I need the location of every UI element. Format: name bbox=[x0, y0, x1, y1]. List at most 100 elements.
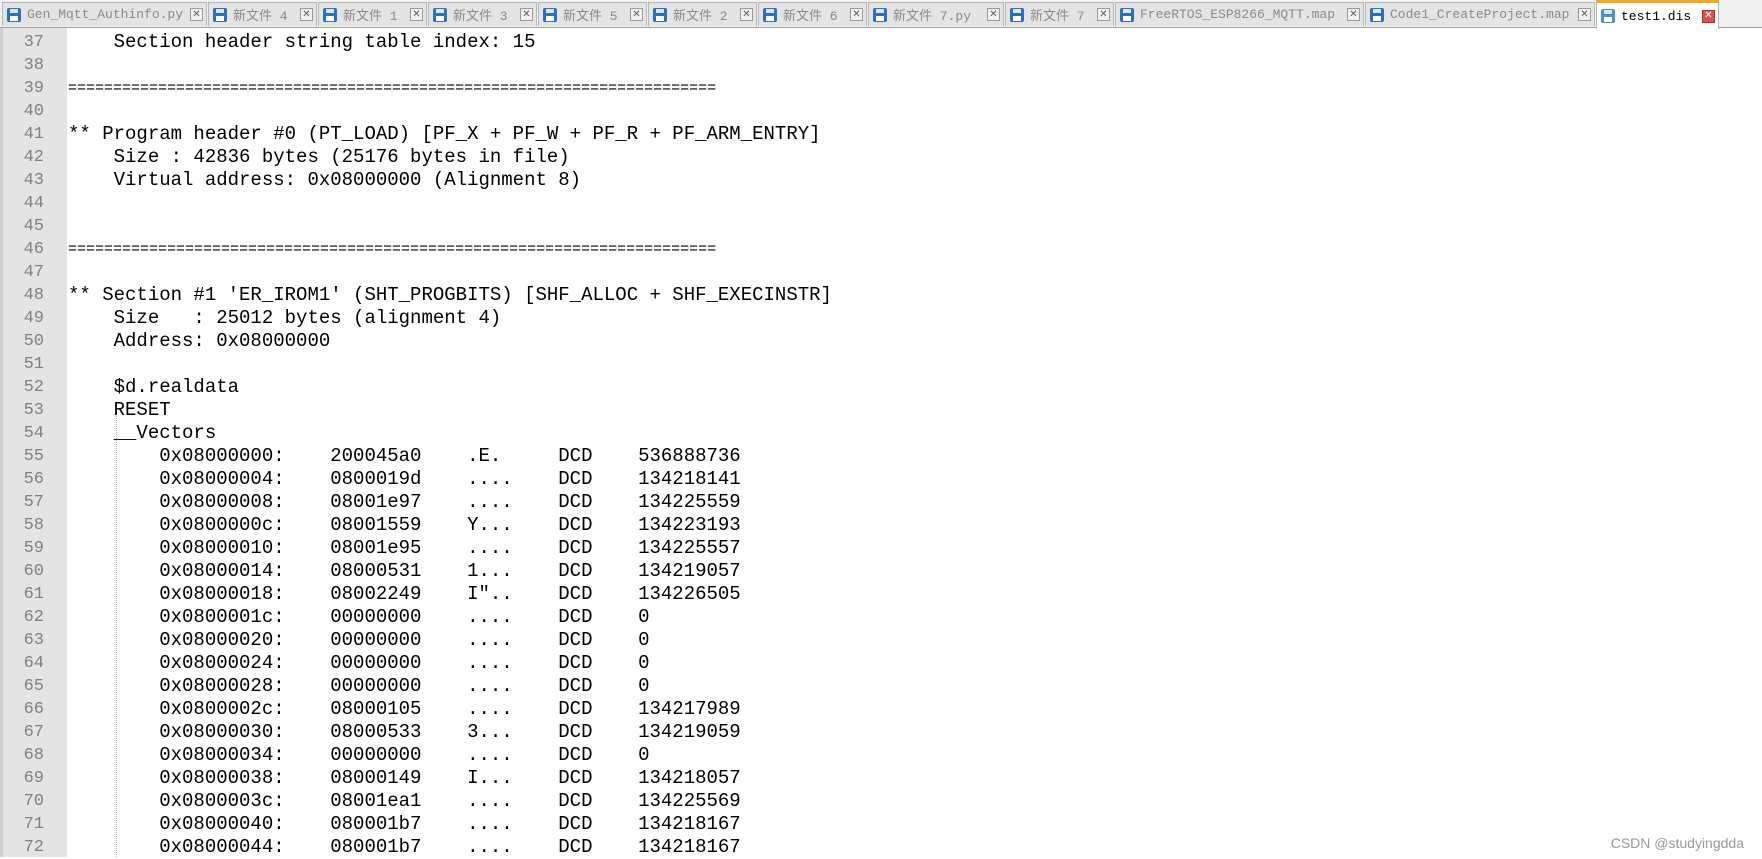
code-line: 65 0x08000028: 00000000 .... DCD 0 bbox=[0, 675, 1762, 698]
line-number: 66 bbox=[23, 700, 44, 719]
tab-label: 新文件 3 bbox=[453, 9, 508, 24]
line-text: 0x08000000: 200045a0 .E. DCD 536888736 bbox=[68, 445, 741, 467]
code-line: 58 0x0800000c: 08001559 Y... DCD 1342231… bbox=[0, 514, 1762, 537]
tab-label: Code1_CreateProject.map bbox=[1390, 7, 1570, 22]
code-line: 48 ** Section #1 'ER_IROM1' (SHT_PROGBIT… bbox=[0, 284, 1762, 307]
tab-label: Gen_Mqtt_Authinfo.py bbox=[27, 7, 184, 22]
save-icon bbox=[873, 7, 887, 22]
save-icon bbox=[653, 7, 667, 22]
line-number: 59 bbox=[23, 539, 44, 558]
line-number: 63 bbox=[23, 631, 44, 650]
close-icon[interactable]: ✕ bbox=[1347, 8, 1360, 21]
line-number: 39 bbox=[23, 79, 44, 98]
close-icon[interactable]: ✕ bbox=[740, 8, 753, 21]
save-icon bbox=[543, 7, 557, 22]
close-icon[interactable]: ✕ bbox=[1702, 9, 1715, 23]
editor[interactable]: 37 Section header string table index: 15… bbox=[0, 28, 1762, 859]
line-text: 0x08000030: 08000533 3... DCD 134219059 bbox=[68, 721, 741, 743]
line-number: 44 bbox=[23, 194, 44, 213]
line-number: 38 bbox=[23, 56, 44, 75]
close-icon[interactable]: ✕ bbox=[520, 8, 533, 21]
tab-active[interactable]: test1.dis ✕ bbox=[1596, 0, 1719, 29]
code-line: 52 $d.realdata bbox=[0, 376, 1762, 399]
close-icon[interactable]: ✕ bbox=[300, 8, 313, 21]
tab[interactable]: 新文件 3 ✕ bbox=[428, 2, 537, 26]
line-number: 46 bbox=[23, 240, 44, 259]
tab[interactable]: 新文件 6 ✕ bbox=[758, 2, 867, 26]
code-line: 55 0x08000000: 200045a0 .E. DCD 53688873… bbox=[0, 445, 1762, 468]
line-text: 0x08000040: 080001b7 .... DCD 134218167 bbox=[68, 813, 741, 835]
line-number: 70 bbox=[23, 792, 44, 811]
close-icon[interactable]: ✕ bbox=[1097, 8, 1110, 21]
code-line: 69 0x08000038: 08000149 I... DCD 1342180… bbox=[0, 767, 1762, 790]
tab-label: 新文件 6 bbox=[783, 9, 838, 24]
line-text: Virtual address: 0x08000000 (Alignment 8… bbox=[68, 169, 582, 191]
code-line: 43 Virtual address: 0x08000000 (Alignmen… bbox=[0, 169, 1762, 192]
watermark: CSDN @studyingdda bbox=[1610, 835, 1744, 851]
save-icon bbox=[1010, 7, 1024, 22]
tab-label: test1.dis bbox=[1621, 8, 1692, 24]
tab-label: FreeRTOS_ESP8266_MQTT.map bbox=[1140, 7, 1336, 22]
close-icon[interactable]: ✕ bbox=[1578, 8, 1591, 21]
code-line: 66 0x0800002c: 08000105 .... DCD 1342179… bbox=[0, 698, 1762, 721]
line-number: 61 bbox=[23, 585, 44, 604]
close-icon[interactable]: ✕ bbox=[190, 8, 203, 21]
code-line: 54 __Vectors bbox=[0, 422, 1762, 445]
code-line: 38 bbox=[0, 54, 1762, 77]
line-text: Size : 42836 bytes (25176 bytes in file) bbox=[68, 146, 570, 168]
line-text: 0x0800003c: 08001ea1 .... DCD 134225569 bbox=[68, 790, 741, 812]
tab-label: 新文件 2 bbox=[673, 9, 728, 24]
line-text: 0x08000018: 08002249 I".. DCD 134226505 bbox=[68, 583, 741, 605]
line-number: 45 bbox=[23, 217, 44, 236]
code-line: 50 Address: 0x08000000 bbox=[0, 330, 1762, 353]
code-line: 72 0x08000044: 080001b7 .... DCD 1342181… bbox=[0, 836, 1762, 859]
line-number: 58 bbox=[23, 516, 44, 535]
code-line: 57 0x08000008: 08001e97 .... DCD 1342255… bbox=[0, 491, 1762, 514]
code-line: 56 0x08000004: 0800019d .... DCD 1342181… bbox=[0, 468, 1762, 491]
line-number: 52 bbox=[23, 378, 44, 397]
line-text: $d.realdata bbox=[68, 376, 240, 398]
line-number: 56 bbox=[23, 470, 44, 489]
line-number: 41 bbox=[23, 125, 44, 144]
line-number: 72 bbox=[23, 838, 44, 857]
code-line: 59 0x08000010: 08001e95 .... DCD 1342255… bbox=[0, 537, 1762, 560]
line-text: RESET bbox=[68, 399, 171, 421]
line-number: 47 bbox=[23, 263, 44, 282]
line-number: 71 bbox=[23, 815, 44, 834]
tab[interactable]: 新文件 7.py ✕ bbox=[868, 2, 1004, 26]
code-line: 42 Size : 42836 bytes (25176 bytes in fi… bbox=[0, 146, 1762, 169]
tab-bar: Gen_Mqtt_Authinfo.py ✕ 新文件 4 ✕ 新文件 1 ✕ 新… bbox=[0, 0, 1762, 29]
code-line: 70 0x0800003c: 08001ea1 .... DCD 1342255… bbox=[0, 790, 1762, 813]
line-text: 0x08000008: 08001e97 .... DCD 134225559 bbox=[68, 491, 741, 513]
line-number: 62 bbox=[23, 608, 44, 627]
line-number: 67 bbox=[23, 723, 44, 742]
close-icon[interactable]: ✕ bbox=[850, 8, 863, 21]
line-number: 53 bbox=[23, 401, 44, 420]
tab[interactable]: 新文件 1 ✕ bbox=[318, 2, 427, 26]
line-text: ** Section #1 'ER_IROM1' (SHT_PROGBITS) … bbox=[68, 284, 832, 306]
code-line: 37 Section header string table index: 15 bbox=[0, 31, 1762, 54]
line-text: 0x08000014: 08000531 1... DCD 134219057 bbox=[68, 560, 741, 582]
line-text: 0x08000038: 08000149 I... DCD 134218057 bbox=[68, 767, 741, 789]
line-text: 0x08000020: 00000000 .... DCD 0 bbox=[68, 629, 650, 651]
line-number: 60 bbox=[23, 562, 44, 581]
tab[interactable]: Gen_Mqtt_Authinfo.py ✕ bbox=[2, 2, 207, 26]
code-line: 71 0x08000040: 080001b7 .... DCD 1342181… bbox=[0, 813, 1762, 836]
tab[interactable]: Code1_CreateProject.map ✕ bbox=[1365, 2, 1595, 26]
tab[interactable]: FreeRTOS_ESP8266_MQTT.map ✕ bbox=[1115, 2, 1364, 26]
line-number: 55 bbox=[23, 447, 44, 466]
line-number: 64 bbox=[23, 654, 44, 673]
line-number: 50 bbox=[23, 332, 44, 351]
save-icon bbox=[763, 7, 777, 22]
close-icon[interactable]: ✕ bbox=[410, 8, 423, 21]
tab[interactable]: 新文件 4 ✕ bbox=[208, 2, 317, 26]
line-text: 0x08000034: 00000000 .... DCD 0 bbox=[68, 744, 650, 766]
line-text: 0x08000010: 08001e95 .... DCD 134225557 bbox=[68, 537, 741, 559]
line-text: ** Program header #0 (PT_LOAD) [PF_X + P… bbox=[68, 123, 821, 145]
code-line: 60 0x08000014: 08000531 1... DCD 1342190… bbox=[0, 560, 1762, 583]
tab[interactable]: 新文件 2 ✕ bbox=[648, 2, 757, 26]
tab[interactable]: 新文件 5 ✕ bbox=[538, 2, 647, 26]
close-icon[interactable]: ✕ bbox=[630, 8, 643, 21]
close-icon[interactable]: ✕ bbox=[987, 8, 1000, 21]
tab[interactable]: 新文件 7 ✕ bbox=[1005, 2, 1114, 26]
